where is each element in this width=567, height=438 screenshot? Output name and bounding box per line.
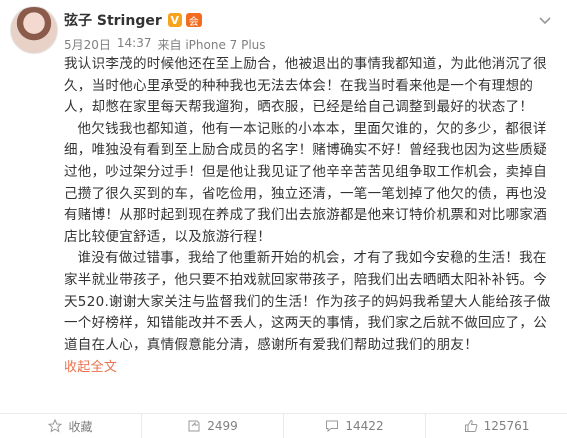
like-button[interactable]: 125761: [426, 414, 567, 438]
comment-count: 14422: [345, 419, 384, 433]
post-paragraph: 他欠钱我也都知道，他有一本记账的小本本，里面欠谁的，欠的多少，都很详细，唯独没有…: [64, 120, 547, 245]
post-paragraph: 我认识李茂的时候他还在至上励合，他被退出的事情我都知道，为此他消沉了很久，当时他…: [64, 56, 547, 116]
avatar[interactable]: [10, 6, 58, 54]
post-meta: 5月20日 14:37 来自 iPhone 7 Plus: [64, 36, 266, 53]
post-paragraph: 谁没有做过错事，我给了他重新开始的机会，才有了我如今安稳的生活！我在家半就业带孩…: [64, 250, 551, 353]
star-icon: [48, 419, 63, 433]
author-row: 弦子 Stringer V 会: [64, 10, 202, 30]
member-badge-icon[interactable]: 会: [185, 13, 202, 28]
post-content: 我认识李茂的时候他还在至上励合，他被退出的事情我都知道，为此他消沉了很久，当时他…: [64, 54, 556, 379]
post-time[interactable]: 14:37: [117, 36, 152, 53]
post-date[interactable]: 5月20日: [64, 36, 111, 53]
action-bar: 收藏 2499 14422 125761: [0, 414, 567, 438]
repost-count: 2499: [207, 419, 238, 433]
verified-v-icon[interactable]: V: [167, 13, 182, 27]
author-name[interactable]: 弦子 Stringer: [64, 10, 162, 30]
repost-button[interactable]: 2499: [142, 414, 284, 438]
weibo-post: 弦子 Stringer V 会 5月20日 14:37 来自 iPhone 7 …: [0, 0, 567, 438]
thumbs-up-icon: [464, 419, 477, 432]
comment-button[interactable]: 14422: [284, 414, 426, 438]
like-count: 125761: [483, 419, 530, 433]
chevron-down-icon[interactable]: [537, 12, 553, 28]
repost-icon: [188, 420, 200, 432]
post-source: 来自 iPhone 7 Plus: [157, 38, 266, 52]
comment-icon: [326, 420, 339, 433]
favorite-button[interactable]: 收藏: [0, 414, 142, 438]
favorite-label: 收藏: [68, 419, 93, 434]
collapse-full-text-link[interactable]: 收起全文: [64, 357, 117, 379]
